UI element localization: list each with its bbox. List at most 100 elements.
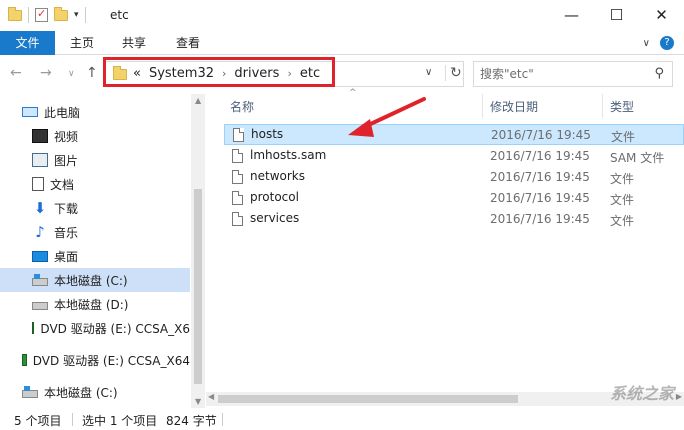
file-modified: 2016/7/16 19:45 [490,212,590,226]
file-icon [232,191,243,205]
file-icon [232,170,243,184]
sidebar-item-label: 本地磁盘 (C:) [44,385,118,400]
recent-locations-chevron-icon[interactable]: ∨ [68,69,75,79]
pictures-icon [32,153,48,167]
disk-d-icon [32,302,48,310]
navigation-row: ← → ∨ ↑ « System32 › drivers › etc ∨ ↻ ⚲ [0,57,684,91]
tab-share[interactable]: 共享 [112,31,156,55]
maximize-button[interactable]: ☐ [594,0,639,30]
sidebar-item-label: 下载 [54,201,79,216]
download-icon: ⬇ [33,199,47,217]
tab-home[interactable]: 主页 [60,31,104,55]
refresh-icon[interactable]: ↻ [445,65,462,81]
file-type: 文件 [610,193,635,207]
file-name: services [250,211,300,225]
tab-view[interactable]: 查看 [166,31,210,55]
sidebar-item-local-disk-c-root[interactable]: 本地磁盘 (C:) [22,380,212,404]
status-selected-count: 选中 1 个项目 [82,414,158,428]
title-bar: ▾ etc — ☐ ✕ [0,0,684,31]
window-title: etc [110,8,129,22]
status-bar: 5 个项目 选中 1 个项目 824 字节 [0,408,684,430]
expand-ribbon-chevron-icon[interactable]: ∨ [643,38,650,49]
toolbar-divider [28,7,29,23]
file-row-hosts[interactable]: hosts 2016/7/16 19:45 文件 [224,124,684,145]
file-row-protocol[interactable]: protocol 2016/7/16 19:45 文件 [224,188,684,209]
ribbon-right-controls: ∨ ? [643,36,674,50]
sidebar-item-local-disk-c[interactable]: 本地磁盘 (C:) [0,268,190,292]
file-name: protocol [250,190,299,204]
scrollbar-thumb[interactable] [194,189,202,384]
documents-icon [32,177,44,191]
toolbar-divider [84,7,86,23]
scroll-down-arrow-icon[interactable]: ▼ [195,397,201,406]
forward-arrow-icon[interactable]: → [40,65,52,81]
video-icon [32,129,48,143]
window-controls: — ☐ ✕ [549,0,684,30]
customize-toolbar-chevron-icon[interactable]: ▾ [74,10,79,20]
sidebar-item-label: 本地磁盘 (C:) [54,273,128,288]
column-divider[interactable] [482,94,483,118]
file-modified: 2016/7/16 19:45 [490,149,590,163]
search-box[interactable]: ⚲ [473,61,673,87]
properties-icon[interactable] [35,7,48,22]
tab-file[interactable]: 文件 [0,31,55,55]
desktop-icon [32,250,48,262]
file-name: networks [250,169,305,183]
up-arrow-icon[interactable]: ↑ [86,65,98,81]
sidebar-item-label: 桌面 [54,249,79,264]
column-modified-header[interactable]: 修改日期 [490,98,538,115]
ribbon-tabs: 文件 主页 共享 查看 ∨ ? [0,31,684,55]
sidebar-item-dvd-drive-root[interactable]: DVD 驱动器 (E:) CCSA_X64 [22,348,190,372]
file-type: 文件 [611,130,636,144]
column-divider[interactable] [602,94,603,118]
search-icon[interactable]: ⚲ [654,66,664,81]
column-name-header[interactable]: 名称 [230,98,254,115]
file-name: lmhosts.sam [250,148,327,162]
sidebar-item-this-pc[interactable]: 此电脑 [22,100,212,124]
file-row-lmhosts[interactable]: lmhosts.sam 2016/7/16 19:45 SAM 文件 [224,146,684,167]
annotation-arrow-icon [348,97,426,137]
column-type-header[interactable]: 类型 [610,98,634,115]
disk-c-icon [22,386,38,398]
new-folder-icon[interactable] [54,6,68,21]
scrollbar-thumb[interactable] [218,395,518,403]
sidebar-item-label: 本地磁盘 (D:) [54,297,129,312]
sidebar-item-label: 图片 [54,153,79,168]
scroll-left-arrow-icon[interactable]: ◀ [208,392,214,401]
sidebar-item-dvd-drive[interactable]: DVD 驱动器 (E:) CCSA_X6 [32,316,190,340]
file-row-services[interactable]: services 2016/7/16 19:45 文件 [224,209,684,230]
help-icon[interactable]: ? [660,36,674,50]
disk-c-icon [32,274,48,286]
sidebar-item-label: 音乐 [54,225,79,240]
file-icon [232,149,243,163]
file-type: 文件 [610,172,635,186]
status-item-count: 5 个项目 [14,414,62,428]
quick-access-toolbar: ▾ [8,6,86,23]
sidebar-item-label: 视频 [54,129,79,144]
address-dropdown-chevron-icon[interactable]: ∨ [425,67,432,78]
music-icon: ♪ [35,223,45,241]
pc-icon [22,107,38,117]
file-row-networks[interactable]: networks 2016/7/16 19:45 文件 [224,167,684,188]
scroll-up-arrow-icon[interactable]: ▲ [195,96,201,105]
watermark: 系统之家 [609,384,674,403]
status-selected-size: 824 字节 [166,414,217,428]
minimize-button[interactable]: — [549,0,594,30]
back-arrow-icon[interactable]: ← [10,65,22,81]
navigation-pane: 此电脑 视频 图片 文档 ⬇ 下载 ♪ 音乐 桌面 本地磁盘 (C:) 本地磁盘… [0,94,205,408]
navigation-pane-scrollbar[interactable]: ▲ ▼ [191,94,205,408]
sidebar-item-label: DVD 驱动器 (E:) CCSA_X6 [40,321,190,336]
close-button[interactable]: ✕ [639,0,684,30]
folder-icon [8,6,22,21]
sidebar-item-label: 此电脑 [44,105,81,120]
dvd-icon [22,354,27,366]
file-icon [232,212,243,226]
search-input[interactable] [480,67,650,81]
file-modified: 2016/7/16 19:45 [491,128,591,142]
sidebar-item-label: 文档 [50,177,75,192]
file-modified: 2016/7/16 19:45 [490,191,590,205]
scroll-right-arrow-icon[interactable]: ▶ [676,392,682,401]
file-icon [233,128,244,142]
file-modified: 2016/7/16 19:45 [490,170,590,184]
address-highlight-box [103,57,335,87]
